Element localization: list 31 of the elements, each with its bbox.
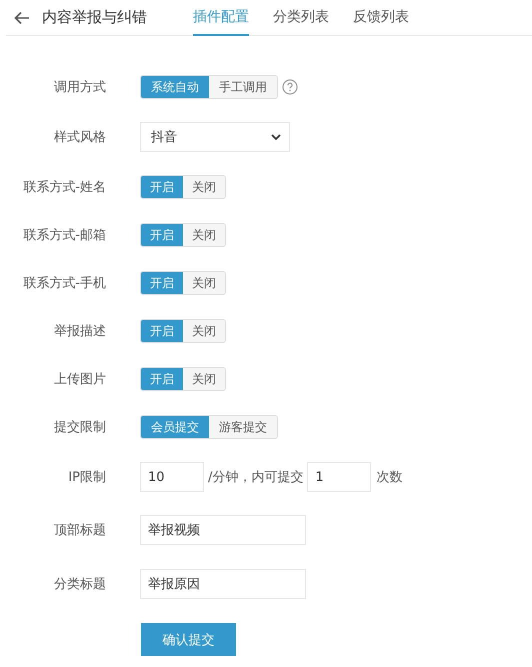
back-icon[interactable] (14, 10, 30, 24)
field-label: 联系方式-姓名 (22, 179, 106, 196)
field-label: 调用方式 (53, 79, 106, 96)
field-label: IP限制 (67, 469, 106, 486)
style-select[interactable]: 抖音 (140, 122, 290, 152)
field-label: 样式风格 (53, 129, 106, 146)
field-label: 联系方式-邮箱 (22, 227, 106, 244)
field-label: 联系方式-手机 (22, 275, 106, 292)
page-title: 内容举报与纠错 (42, 8, 147, 27)
input-field[interactable]: 举报原因 (140, 569, 306, 599)
segment-option[interactable]: 游客提交 (209, 416, 277, 438)
field-label: 上传图片 (53, 371, 106, 388)
help-icon[interactable] (282, 79, 298, 95)
input-field[interactable]: 1 (307, 462, 372, 492)
field-label: 分类标题 (53, 576, 106, 593)
segment-option[interactable]: 关闭 (183, 320, 225, 342)
segment-option[interactable]: 手工调用 (209, 76, 277, 98)
segment-option[interactable]: 关闭 (183, 272, 225, 294)
input-field[interactable]: 10 (140, 462, 204, 492)
segment-option[interactable]: 关闭 (183, 224, 225, 246)
segment-option[interactable]: 关闭 (183, 368, 225, 390)
field-label: 举报描述 (53, 323, 106, 340)
unit-text: 次数 (376, 469, 402, 486)
field-label: 提交限制 (53, 419, 106, 436)
tab[interactable]: 反馈列表 (353, 0, 409, 36)
input-field[interactable]: 举报视频 (140, 515, 306, 545)
field-label: 顶部标题 (53, 522, 106, 539)
rate-text: /分钟，内可提交 (208, 469, 304, 486)
tab[interactable]: 分类列表 (273, 0, 329, 36)
segment-option[interactable]: 关闭 (183, 176, 225, 198)
chevron-icon (271, 134, 281, 140)
